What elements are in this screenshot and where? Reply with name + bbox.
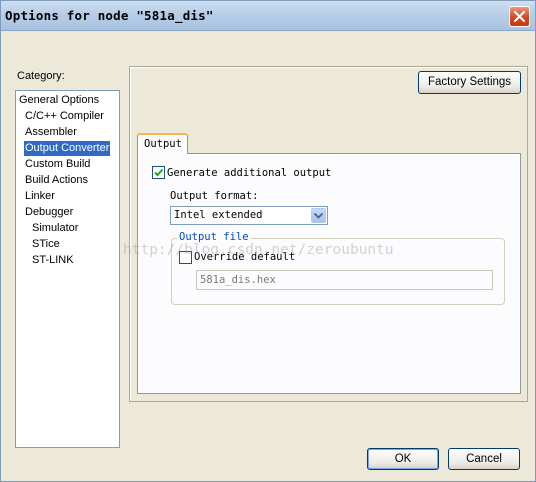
output-file-group-title: Output file [177,231,251,243]
output-format-label: Output format: [170,190,259,202]
close-icon [514,11,525,22]
category-item[interactable]: General Options [18,93,100,108]
output-file-input[interactable]: 581a_dis.hex [196,270,493,290]
checkmark-icon [154,168,164,177]
override-default-label[interactable]: Override default [194,251,295,263]
generate-output-label[interactable]: Generate additional output [167,167,331,179]
category-item[interactable]: STice [31,237,61,252]
category-item[interactable]: Linker [24,189,56,204]
category-item[interactable]: Output Converter [24,141,111,156]
cancel-button[interactable]: Cancel [448,448,520,470]
dropdown-button[interactable] [311,208,326,223]
title-bar[interactable]: Options for node "581a_dis" [1,1,535,31]
category-list[interactable]: General Options C/C++ Compiler Assembler Ou… [15,90,120,448]
close-button[interactable] [509,6,530,27]
category-item[interactable]: C/C++ Compiler [24,109,105,124]
category-item[interactable]: Custom Build [24,157,91,172]
category-item[interactable]: ST-LINK [31,253,75,268]
output-format-select[interactable]: Intel extended [170,206,328,225]
generate-output-checkbox[interactable] [152,166,165,179]
chevron-down-icon [314,213,323,219]
tab-output[interactable]: Output [137,133,188,154]
category-label: Category: [17,70,65,82]
options-dialog: Options for node "581a_dis" Category: Ge… [0,0,536,482]
factory-settings-button[interactable]: Factory Settings [418,71,521,94]
output-format-value: Intel extended [174,209,263,221]
override-default-checkbox[interactable] [179,251,192,264]
category-item[interactable]: Debugger [24,205,74,220]
category-item[interactable]: Assembler [24,125,78,140]
category-item[interactable]: Build Actions [24,173,89,188]
window-title: Options for node "581a_dis" [5,8,214,23]
category-item[interactable]: Simulator [31,221,79,236]
ok-button[interactable]: OK [367,448,439,470]
